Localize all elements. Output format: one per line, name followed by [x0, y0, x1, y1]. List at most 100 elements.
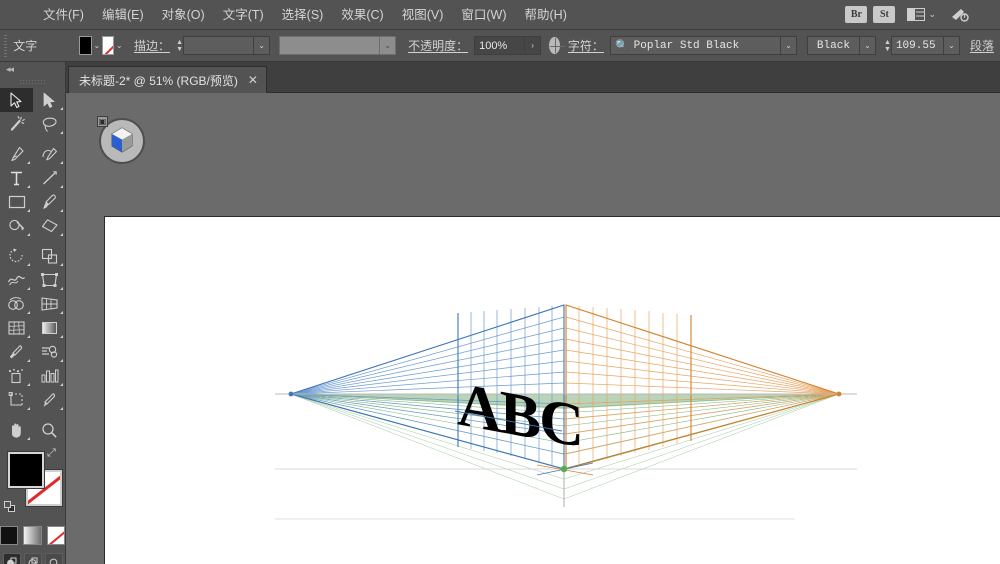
menu-view[interactable]: 视图(V) — [393, 0, 453, 30]
type-tool[interactable] — [0, 166, 33, 190]
none-mode-swatch[interactable] — [46, 526, 65, 545]
font-style-value[interactable]: Black — [806, 36, 859, 55]
tool-group-indicator — [60, 335, 63, 338]
stroke-weight-input[interactable] — [183, 36, 254, 55]
shaper-tool[interactable] — [0, 214, 33, 238]
blend-tool[interactable] — [33, 340, 66, 364]
document-tab[interactable]: 未标题-2* @ 51% (RGB/预览) ✕ — [68, 66, 267, 93]
menu-window[interactable]: 窗口(W) — [452, 0, 515, 30]
width-tool[interactable] — [0, 268, 33, 292]
slice-tool[interactable] — [33, 388, 66, 412]
font-family-combo[interactable]: 🔍 Poplar Std Black ⌄ — [609, 36, 797, 55]
fill-color-swatch[interactable] — [79, 36, 93, 55]
menu-file[interactable]: 文件(F) — [34, 0, 93, 30]
menu-effect[interactable]: 效果(C) — [332, 0, 392, 30]
curvature-tool[interactable] — [33, 142, 66, 166]
font-size-combo[interactable]: 109.55 ⌄ — [890, 36, 960, 55]
scale-tool[interactable] — [33, 244, 66, 268]
stroke-profile-input[interactable] — [279, 36, 380, 55]
opacity-input[interactable]: 100% — [474, 36, 525, 55]
right-vanishing-point-handle[interactable] — [836, 391, 842, 397]
eraser-tool[interactable] — [33, 214, 66, 238]
stepper-up-icon: ▲ — [883, 38, 891, 46]
artboard-tool[interactable] — [0, 388, 33, 412]
stroke-color-swatch[interactable] — [101, 36, 115, 55]
paintbrush-tool[interactable] — [33, 190, 66, 214]
zoom-tool[interactable] — [33, 418, 66, 442]
artboard[interactable]: ABC — [104, 216, 1000, 564]
draw-normal-mode[interactable] — [2, 553, 21, 564]
font-family-dropdown-icon[interactable]: ⌄ — [779, 36, 797, 55]
perspective-text-artwork[interactable]: ABC — [454, 369, 582, 462]
tool-group-indicator — [27, 185, 30, 188]
stroke-weight-dropdown-icon[interactable]: ⌄ — [253, 36, 271, 55]
opacity-more-icon[interactable]: › — [524, 36, 542, 55]
mesh-tool[interactable] — [0, 316, 33, 340]
direct-selection-tool[interactable] — [33, 88, 66, 112]
line-segment-tool[interactable] — [33, 166, 66, 190]
menu-type[interactable]: 文字(T) — [214, 0, 273, 30]
tools-panel-drag-handle[interactable] — [0, 76, 65, 88]
color-mode-swatch[interactable] — [0, 526, 19, 545]
font-style-combo[interactable]: Black ⌄ — [806, 36, 876, 55]
stroke-profile-combo[interactable]: ⌄ — [279, 36, 397, 55]
stroke-profile-dropdown-icon[interactable]: ⌄ — [379, 36, 397, 55]
selection-tool[interactable] — [0, 88, 33, 112]
default-fill-stroke-icon[interactable] — [4, 501, 17, 514]
column-graph-tool[interactable] — [33, 364, 66, 388]
stroke-swatch-dropdown-icon[interactable]: ⌄ — [114, 36, 124, 55]
rotate-tool[interactable] — [0, 244, 33, 268]
bridge-button[interactable]: Br — [845, 6, 868, 23]
perspective-plane-switching-widget[interactable]: ▣ — [97, 116, 145, 164]
tool-group-indicator — [60, 161, 63, 164]
font-size-input[interactable]: 109.55 — [890, 36, 943, 55]
eyedropper-tool[interactable] — [0, 340, 33, 364]
plane-switch-active-badge[interactable]: ▣ — [97, 116, 108, 127]
rectangle-tool[interactable] — [0, 190, 33, 214]
pen-tool[interactable] — [0, 142, 33, 166]
font-size-stepper[interactable]: ▲ ▼ — [884, 36, 891, 55]
font-style-dropdown-icon[interactable]: ⌄ — [858, 36, 876, 55]
illustrator-window: 文件(F) 编辑(E) 对象(O) 文字(T) 选择(S) 效果(C) 视图(V… — [0, 0, 1000, 564]
lasso-tool[interactable] — [33, 112, 66, 136]
gradient-tool[interactable] — [33, 316, 66, 340]
symbol-sprayer-tool[interactable] — [0, 364, 33, 388]
left-vanishing-point-handle[interactable] — [288, 391, 294, 397]
swap-fill-stroke-icon[interactable]: ⤢ — [47, 448, 60, 461]
stroke-weight-stepper[interactable]: ▲ ▼ — [176, 36, 183, 55]
hand-icon — [12, 423, 21, 438]
stroke-weight-combo[interactable]: ⌄ — [183, 36, 271, 55]
fill-color-indicator[interactable] — [7, 451, 45, 489]
paragraph-label[interactable]: 段落 — [970, 37, 994, 54]
fill-swatch-dropdown-icon[interactable]: ⌄ — [92, 36, 102, 55]
menubar-utilities: Br St ⌄ — [845, 6, 1000, 23]
font-family-input[interactable]: 🔍 Poplar Std Black — [609, 36, 780, 55]
draw-behind-mode[interactable] — [23, 553, 42, 564]
type-T-icon — [11, 171, 22, 185]
font-size-dropdown-icon[interactable]: ⌄ — [942, 36, 960, 55]
hand-tool[interactable] — [0, 418, 33, 442]
stock-button[interactable]: St — [873, 6, 896, 23]
menu-select[interactable]: 选择(S) — [273, 0, 333, 30]
workspace-switcher[interactable]: ⌄ — [907, 8, 936, 21]
draw-inside-mode[interactable] — [44, 553, 63, 564]
opacity-combo[interactable]: 100% › — [474, 36, 542, 55]
rocket-icon[interactable] — [950, 7, 970, 23]
menu-object[interactable]: 对象(O) — [153, 0, 214, 30]
perspective-grid-tool[interactable] — [33, 292, 66, 316]
magic-wand-tool[interactable] — [0, 112, 33, 136]
station-point-handle[interactable] — [536, 462, 594, 507]
control-bar-grip[interactable] — [4, 34, 8, 57]
free-transform-tool[interactable] — [33, 268, 66, 292]
tools-panel-collapse-icon[interactable]: ◂◂ — [0, 62, 65, 76]
character-label[interactable]: 字符： — [568, 37, 604, 54]
menu-edit[interactable]: 编辑(E) — [93, 0, 153, 30]
close-icon[interactable]: ✕ — [248, 74, 258, 86]
canvas-area[interactable]: ABC ▣ — [66, 93, 1000, 564]
recolor-artwork-icon[interactable] — [549, 37, 565, 54]
artboard-icon — [8, 392, 23, 406]
menu-help[interactable]: 帮助(H) — [516, 0, 576, 30]
gradient-mode-swatch[interactable] — [23, 526, 42, 545]
opacity-label: 不透明度： — [408, 39, 469, 53]
shape-builder-tool[interactable] — [0, 292, 33, 316]
